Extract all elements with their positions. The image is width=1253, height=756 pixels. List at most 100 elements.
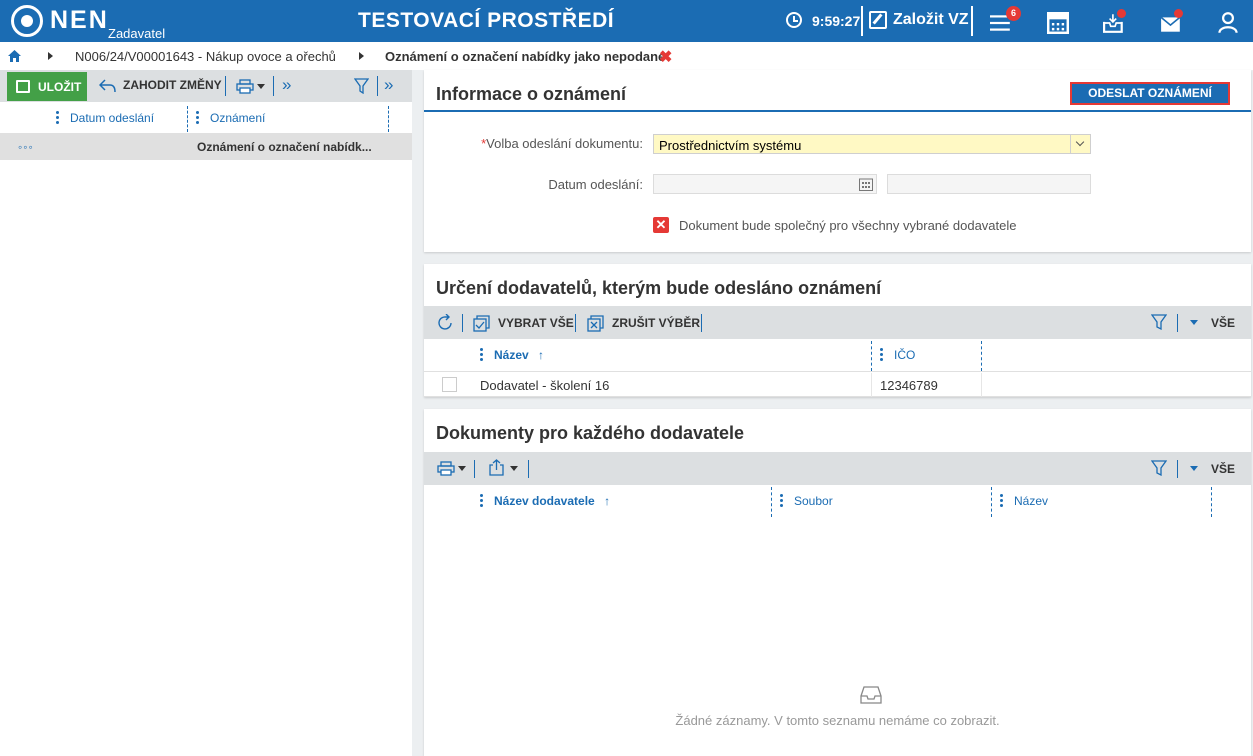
- view-all-dropdown[interactable]: VŠE: [1211, 316, 1235, 330]
- chevron-down-icon[interactable]: [510, 466, 518, 471]
- more-options-icon[interactable]: ◦◦◦: [18, 140, 34, 154]
- top-bar: NEN Zadavatel TESTOVACÍ PROSTŘEDÍ 9:59:2…: [0, 0, 1253, 42]
- print-icon[interactable]: [236, 79, 254, 94]
- empty-state-text: Žádné záznamy. V tomto seznamu nemáme co…: [675, 713, 1000, 728]
- row-checkbox[interactable]: [442, 377, 457, 392]
- toolbar-divider: [462, 314, 463, 332]
- cell-divider: [871, 373, 872, 397]
- edit-icon[interactable]: [869, 11, 887, 29]
- discard-changes-button[interactable]: ZAHODIT ZMĚNY: [123, 78, 222, 92]
- chevron-down-icon[interactable]: [1070, 135, 1090, 153]
- column-header-ico[interactable]: IČO: [894, 348, 915, 362]
- breadcrumb: N006/24/V00001643 - Nákup ovoce a ořechů…: [0, 42, 1253, 70]
- filter-icon[interactable]: [1151, 314, 1167, 330]
- column-menu-icon[interactable]: [480, 494, 483, 508]
- toolbar-divider: [1177, 460, 1178, 478]
- chevron-down-icon[interactable]: [458, 466, 466, 471]
- divider: [971, 6, 973, 36]
- left-toolbar: ULOŽIT ZAHODIT ZMĚNY » »: [0, 70, 412, 102]
- notice-info-card: Informace o oznámení ODESLAT OZNÁMENÍ *V…: [424, 70, 1251, 252]
- view-all-dropdown[interactable]: VŠE: [1211, 462, 1235, 476]
- toolbar-divider: [225, 76, 226, 96]
- save-button[interactable]: ULOŽIT: [7, 72, 87, 101]
- collapse-panel-icon[interactable]: »: [384, 75, 393, 95]
- column-menu-icon[interactable]: [1000, 494, 1003, 508]
- save-button-label: ULOŽIT: [38, 80, 82, 94]
- nen-logo-icon[interactable]: [11, 5, 43, 37]
- send-time-input: [887, 174, 1091, 194]
- calendar-icon: [859, 178, 873, 191]
- filter-icon[interactable]: [354, 78, 369, 94]
- column-menu-icon[interactable]: [780, 494, 783, 508]
- export-icon[interactable]: [489, 459, 504, 476]
- send-option-select[interactable]: Prostřednictvím systému: [653, 134, 1091, 154]
- mail-badge: [1174, 9, 1183, 18]
- breadcrumb-separator-icon: [359, 52, 364, 60]
- title-underline: [424, 110, 1251, 112]
- chevron-down-icon[interactable]: [1190, 320, 1198, 325]
- toolbar-divider: [701, 314, 702, 332]
- sort-ascending-icon: ↑: [538, 348, 545, 362]
- column-menu-icon[interactable]: [56, 111, 59, 125]
- user-icon[interactable]: [1217, 12, 1239, 34]
- sort-ascending-icon: ↑: [604, 494, 611, 508]
- select-all-icon[interactable]: [473, 315, 490, 332]
- print-icon[interactable]: [437, 461, 455, 476]
- column-menu-icon[interactable]: [196, 111, 199, 125]
- left-grid-header: Datum odeslání Oznámení: [0, 102, 412, 134]
- toolbar-divider: [1177, 314, 1178, 332]
- column-header-notice[interactable]: Oznámení: [210, 111, 265, 125]
- toolbar-divider: [474, 460, 475, 478]
- column-menu-icon[interactable]: [480, 348, 483, 362]
- send-date-input: [653, 174, 877, 194]
- column-header-file[interactable]: Soubor: [794, 494, 833, 508]
- field-label-text: Volba odeslání dokumentu:: [486, 136, 643, 151]
- supplier-ico: 12346789: [880, 378, 938, 393]
- home-icon[interactable]: [8, 50, 21, 62]
- supplier-name: Dodavatel - školení 16: [480, 378, 610, 393]
- undo-icon[interactable]: [99, 79, 116, 93]
- close-icon[interactable]: ✖: [659, 47, 672, 67]
- empty-inbox-icon: [860, 686, 882, 704]
- create-vz-button[interactable]: Založit VZ: [893, 11, 969, 29]
- list-item[interactable]: ◦◦◦ Oznámení o označení nabídk...: [0, 134, 412, 160]
- deselect-button[interactable]: ZRUŠIT VÝBĚR: [612, 316, 700, 330]
- card-title: Dokumenty pro každého dodavatele: [436, 423, 745, 443]
- divider: [861, 6, 863, 36]
- send-notice-button[interactable]: ODESLAT OZNÁMENÍ: [1070, 82, 1230, 105]
- suppliers-card: Určení dodavatelů, kterým bude odesláno …: [424, 264, 1251, 397]
- breadcrumb-procurement[interactable]: N006/24/V00001643 - Nákup ovoce a ořechů: [75, 49, 336, 64]
- chevron-down-icon[interactable]: [257, 84, 265, 89]
- refresh-icon[interactable]: [437, 314, 455, 332]
- toolbar-divider: [377, 76, 378, 96]
- column-header-name[interactable]: Název ↑: [494, 348, 544, 362]
- column-divider: [981, 341, 982, 371]
- column-header-date[interactable]: Datum odeslání: [70, 111, 154, 125]
- common-document-checkbox[interactable]: ✕: [653, 217, 669, 233]
- logo-text[interactable]: NEN: [50, 6, 109, 35]
- table-row[interactable]: Dodavatel - školení 16 12346789: [424, 373, 1251, 397]
- chevron-down-icon[interactable]: [1190, 466, 1198, 471]
- inbox-badge: [1117, 9, 1126, 18]
- toolbar-divider: [528, 460, 529, 478]
- column-divider: [187, 106, 188, 132]
- clock-icon: [786, 12, 802, 28]
- deselect-icon[interactable]: [587, 315, 604, 332]
- filter-icon[interactable]: [1151, 460, 1167, 476]
- left-panel: ULOŽIT ZAHODIT ZMĚNY » » Datum odeslání …: [0, 70, 412, 756]
- select-all-button[interactable]: VYBRAT VŠE: [498, 316, 574, 330]
- breadcrumb-current: Oznámení o označení nabídky jako nepodan…: [385, 49, 666, 64]
- breadcrumb-separator-icon: [48, 52, 53, 60]
- column-divider: [871, 341, 872, 371]
- column-menu-icon[interactable]: [880, 348, 883, 362]
- suppliers-toolbar: VYBRAT VŠE ZRUŠIT VÝBĚR VŠE: [424, 306, 1251, 339]
- column-header-doc-name[interactable]: Název: [1014, 494, 1048, 508]
- list-item-notice: Oznámení o označení nabídk...: [197, 140, 372, 154]
- common-document-label: Dokument bude společný pro všechny vybra…: [679, 218, 1017, 233]
- card-title: Určení dodavatelů, kterým bude odesláno …: [436, 278, 882, 298]
- column-header-supplier[interactable]: Název dodavatele ↑: [494, 494, 610, 508]
- column-header-name-text: Název: [494, 348, 529, 362]
- expand-icon[interactable]: »: [282, 75, 291, 95]
- calculator-icon[interactable]: [1047, 12, 1069, 34]
- session-time: 9:59:27: [812, 13, 861, 29]
